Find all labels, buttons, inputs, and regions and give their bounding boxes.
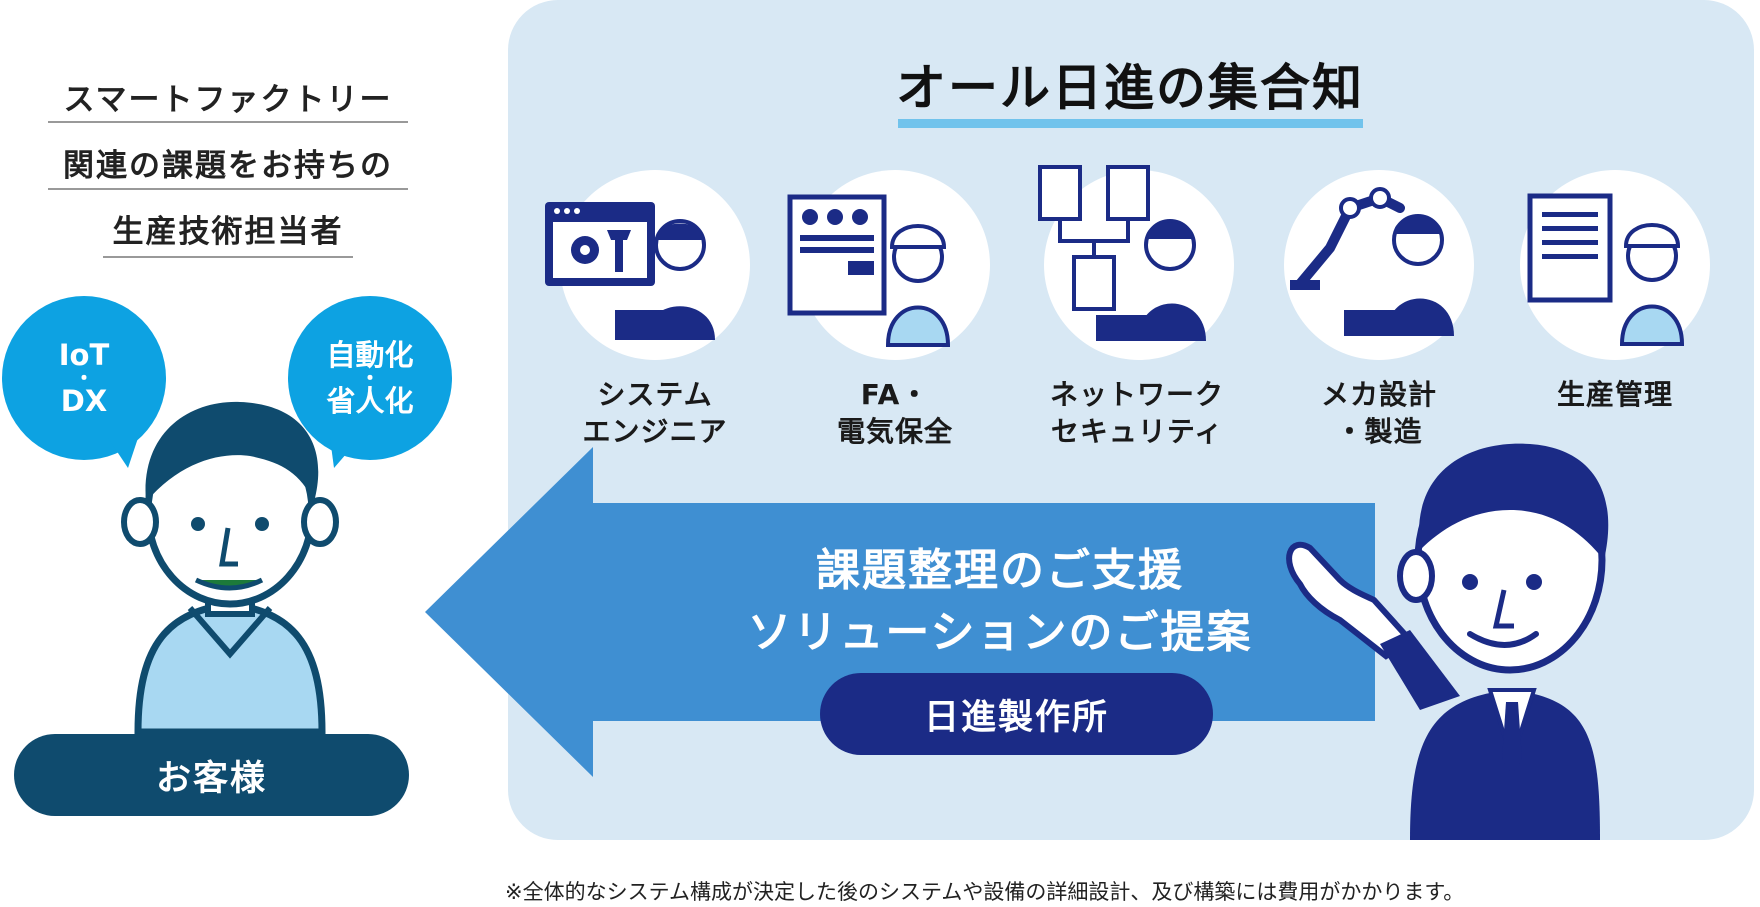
system-engineer-icon xyxy=(545,202,715,340)
company-person-illustration xyxy=(1286,443,1609,840)
network-security-icon xyxy=(1038,165,1206,341)
support-message: 課題整理のご支援 ソリューションのご提案 xyxy=(700,540,1300,664)
role-label-fa: FA・ 電気保全 xyxy=(785,376,1005,450)
support-message-line2: ソリューションのご提案 xyxy=(747,607,1253,658)
role-label-production: 生産管理 xyxy=(1505,376,1725,413)
role-system-line1: システム xyxy=(597,378,713,411)
main-title: オール日進の集合知 xyxy=(896,59,1364,117)
role-mechanical-line1: メカ設計 xyxy=(1320,378,1437,411)
heading-line-3: 生産技術担当者 xyxy=(112,214,344,250)
role-fa-line2: 電気保全 xyxy=(836,415,953,448)
mechanical-design-icon xyxy=(1290,187,1454,336)
role-label-mechanical: メカ設計 ・製造 xyxy=(1269,376,1489,450)
role-network-line2: セキュリティ xyxy=(1050,415,1224,448)
role-system-line2: エンジニア xyxy=(582,415,728,448)
role-fa-line1: FA・ xyxy=(860,378,930,411)
support-message-line1: 課題整理のご支援 xyxy=(816,545,1184,596)
heading-rule-1 xyxy=(48,121,408,123)
production-management-icon xyxy=(1527,193,1685,346)
heading-rule-3 xyxy=(103,256,353,258)
company-label: 日進製作所 xyxy=(820,673,1213,755)
heading-rule-2 xyxy=(48,188,408,190)
role-network-line1: ネットワーク xyxy=(1049,378,1224,411)
heading-line-2: 関連の課題をお持ちの xyxy=(63,148,393,184)
role-production-line1: 生産管理 xyxy=(1556,378,1673,411)
fa-maintenance-icon xyxy=(787,194,951,347)
role-label-network: ネットワーク セキュリティ xyxy=(1027,376,1247,450)
heading-line-1: スマートファクトリー xyxy=(63,82,393,118)
role-label-system: システム エンジニア xyxy=(545,376,765,450)
customer-label: お客様 xyxy=(14,734,409,816)
footnote: ※全体的なシステム構成が決定した後のシステムや設備の詳細設計、及び構築には費用が… xyxy=(505,880,1465,904)
title-underline xyxy=(898,119,1363,128)
customer-person-illustration xyxy=(121,401,339,736)
